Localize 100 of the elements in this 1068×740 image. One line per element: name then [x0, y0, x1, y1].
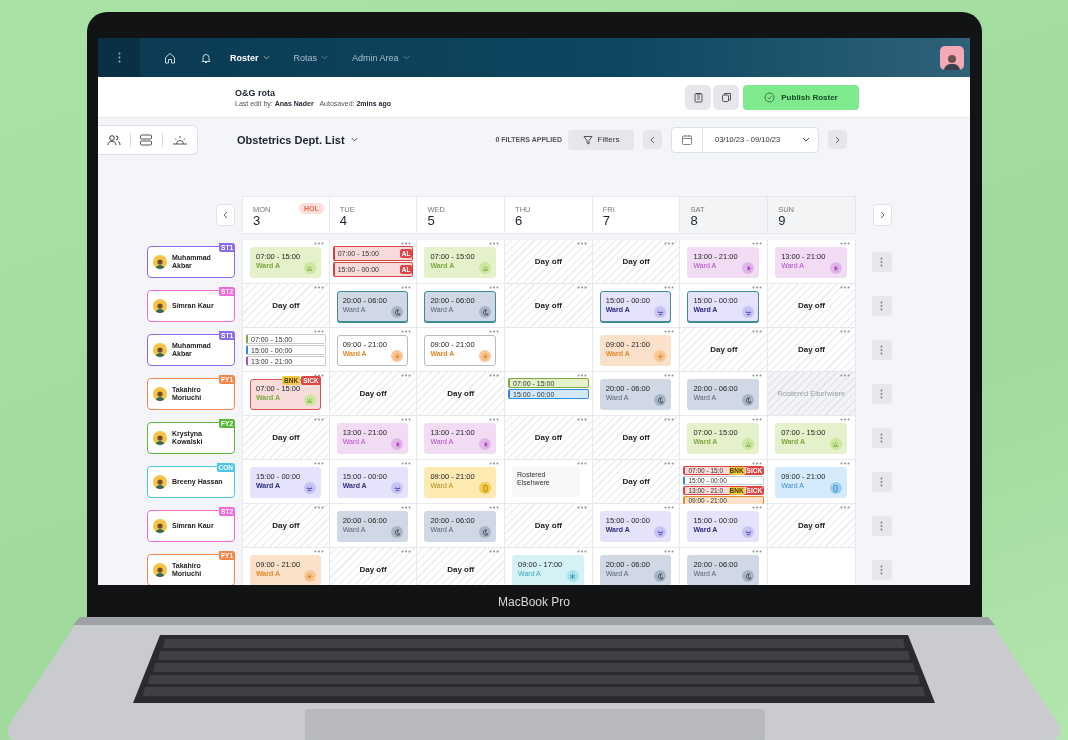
- sunrise-icon[interactable]: [172, 133, 189, 146]
- more-icon[interactable]: [489, 550, 500, 553]
- more-icon[interactable]: [401, 462, 412, 465]
- day-off-cell[interactable]: Day off: [417, 372, 506, 416]
- more-icon[interactable]: [839, 418, 850, 421]
- day-off-cell[interactable]: Day off: [329, 548, 418, 585]
- more-icon[interactable]: [576, 374, 587, 377]
- day-off-cell[interactable]: Day off: [592, 416, 681, 460]
- more-icon[interactable]: [664, 330, 675, 333]
- more-icon[interactable]: [313, 550, 324, 553]
- more-icon[interactable]: [839, 286, 850, 289]
- more-icon[interactable]: [489, 506, 500, 509]
- more-icon[interactable]: [576, 418, 587, 421]
- row-options-button[interactable]: [871, 296, 892, 316]
- more-icon[interactable]: [839, 374, 850, 377]
- more-icon[interactable]: [313, 506, 324, 509]
- more-icon[interactable]: [752, 506, 763, 509]
- more-icon[interactable]: [752, 286, 763, 289]
- more-icon[interactable]: [664, 242, 675, 245]
- more-icon[interactable]: [752, 374, 763, 377]
- day-off-cell[interactable]: Day off: [242, 416, 330, 460]
- day-off-cell[interactable]: Day off: [329, 372, 418, 416]
- half-sun-icon: [829, 262, 842, 274]
- more-icon[interactable]: [664, 506, 675, 509]
- more-icon[interactable]: [664, 286, 675, 289]
- caret-icon: [402, 55, 410, 60]
- row-options-button[interactable]: [871, 516, 892, 536]
- more-icon[interactable]: [839, 506, 850, 509]
- more-icon[interactable]: [489, 242, 500, 245]
- more-icon[interactable]: [313, 330, 324, 333]
- more-icon[interactable]: [664, 550, 675, 553]
- day-off-cell[interactable]: Day off: [505, 416, 593, 460]
- more-icon[interactable]: [576, 462, 587, 465]
- day-off-cell[interactable]: Day off: [768, 284, 856, 328]
- more-icon[interactable]: [752, 242, 763, 245]
- more-icon[interactable]: [313, 242, 324, 245]
- more-icon[interactable]: [313, 286, 324, 289]
- more-icon[interactable]: [401, 242, 412, 245]
- copy-button[interactable]: [713, 84, 739, 110]
- people-icon[interactable]: [106, 133, 121, 146]
- phone-icon: [479, 482, 492, 494]
- more-icon[interactable]: [664, 418, 675, 421]
- day-off-cell[interactable]: Day off: [505, 504, 593, 548]
- nav-menu-item[interactable]: Admin Area: [352, 52, 410, 63]
- row-options-button[interactable]: [871, 252, 892, 272]
- row-options-button[interactable]: [871, 428, 892, 448]
- more-icon[interactable]: [664, 374, 675, 377]
- more-icon[interactable]: [489, 286, 500, 289]
- clipboard-button[interactable]: [685, 84, 711, 110]
- day-off-cell[interactable]: Day off: [592, 460, 681, 504]
- more-icon[interactable]: [401, 418, 412, 421]
- more-icon[interactable]: [576, 506, 587, 509]
- more-icon[interactable]: [401, 286, 412, 289]
- date-number: 8: [690, 214, 698, 228]
- roster-title: O&G rota: [235, 87, 276, 98]
- more-icon[interactable]: [752, 462, 763, 465]
- more-icon[interactable]: [752, 330, 763, 333]
- more-icon[interactable]: [576, 286, 587, 289]
- more-icon[interactable]: [313, 418, 324, 421]
- avatar-icon: [153, 563, 167, 577]
- more-icon[interactable]: [313, 374, 324, 377]
- row-options-button[interactable]: [871, 340, 892, 360]
- more-icon[interactable]: [401, 550, 412, 553]
- more-icon[interactable]: [576, 550, 587, 553]
- home-icon[interactable]: [164, 51, 176, 64]
- nav-menu-item[interactable]: Roster: [230, 52, 270, 63]
- more-icon[interactable]: [401, 330, 412, 333]
- bell-icon[interactable]: [200, 51, 212, 64]
- more-icon[interactable]: [664, 462, 675, 465]
- more-icon[interactable]: [839, 242, 850, 245]
- day-off-cell[interactable]: Day off: [768, 504, 856, 548]
- more-icon[interactable]: [839, 330, 850, 333]
- rows-icon[interactable]: [139, 133, 154, 146]
- day-off-cell[interactable]: Day off: [242, 284, 330, 328]
- day-off-cell[interactable]: Day off: [768, 328, 856, 372]
- more-icon[interactable]: [489, 462, 500, 465]
- day-off-cell[interactable]: Day off: [592, 240, 681, 284]
- list-selector[interactable]: Obstetrics Dept. List: [237, 133, 358, 146]
- more-icon[interactable]: [401, 506, 412, 509]
- day-off-cell[interactable]: Day off: [680, 328, 769, 372]
- more-icon[interactable]: [489, 418, 500, 421]
- more-icon[interactable]: [489, 374, 500, 377]
- nav-menu-item[interactable]: Rotas: [293, 52, 329, 63]
- filters-button[interactable]: Filters: [568, 129, 634, 150]
- more-icon[interactable]: [489, 330, 500, 333]
- day-off-cell[interactable]: Day off: [505, 240, 593, 284]
- more-icon[interactable]: [752, 550, 763, 553]
- more-icon[interactable]: [576, 242, 587, 245]
- user-avatar[interactable]: [940, 45, 964, 70]
- row-options-button[interactable]: [871, 384, 892, 404]
- day-off-cell[interactable]: Day off: [242, 504, 330, 548]
- more-icon[interactable]: [401, 374, 412, 377]
- more-icon[interactable]: [839, 462, 850, 465]
- day-off-cell[interactable]: Day off: [505, 284, 593, 328]
- row-options-button[interactable]: [871, 560, 892, 580]
- more-icon[interactable]: [313, 462, 324, 465]
- day-off-cell[interactable]: Day off: [417, 548, 506, 585]
- publish-roster-button[interactable]: Publish Roster: [743, 84, 859, 110]
- row-options-button[interactable]: [871, 472, 892, 492]
- more-icon[interactable]: [752, 418, 763, 421]
